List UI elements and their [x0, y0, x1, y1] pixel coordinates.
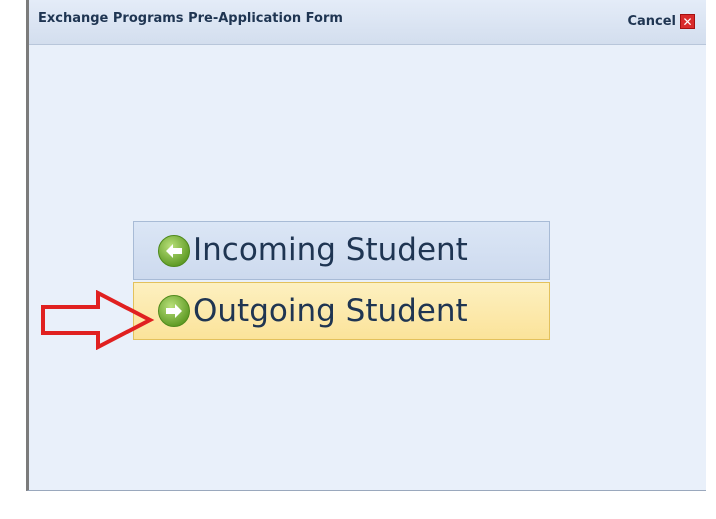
dialog-titlebar: Exchange Programs Pre-Application Form C…: [29, 0, 706, 45]
incoming-student-button[interactable]: Incoming Student: [133, 221, 550, 280]
arrow-right-circle-icon: [158, 295, 190, 327]
red-arrow-icon: [41, 290, 155, 350]
dialog-title: Exchange Programs Pre-Application Form: [38, 11, 343, 26]
cancel-label: Cancel: [627, 14, 676, 29]
arrow-left-circle-icon: [158, 234, 190, 267]
outgoing-student-button[interactable]: Outgoing Student: [133, 282, 550, 340]
outgoing-student-label: Outgoing Student: [193, 292, 468, 329]
cancel-button[interactable]: Cancel ✕: [627, 14, 695, 29]
incoming-student-label: Incoming Student: [193, 232, 468, 268]
close-icon[interactable]: ✕: [680, 14, 695, 29]
